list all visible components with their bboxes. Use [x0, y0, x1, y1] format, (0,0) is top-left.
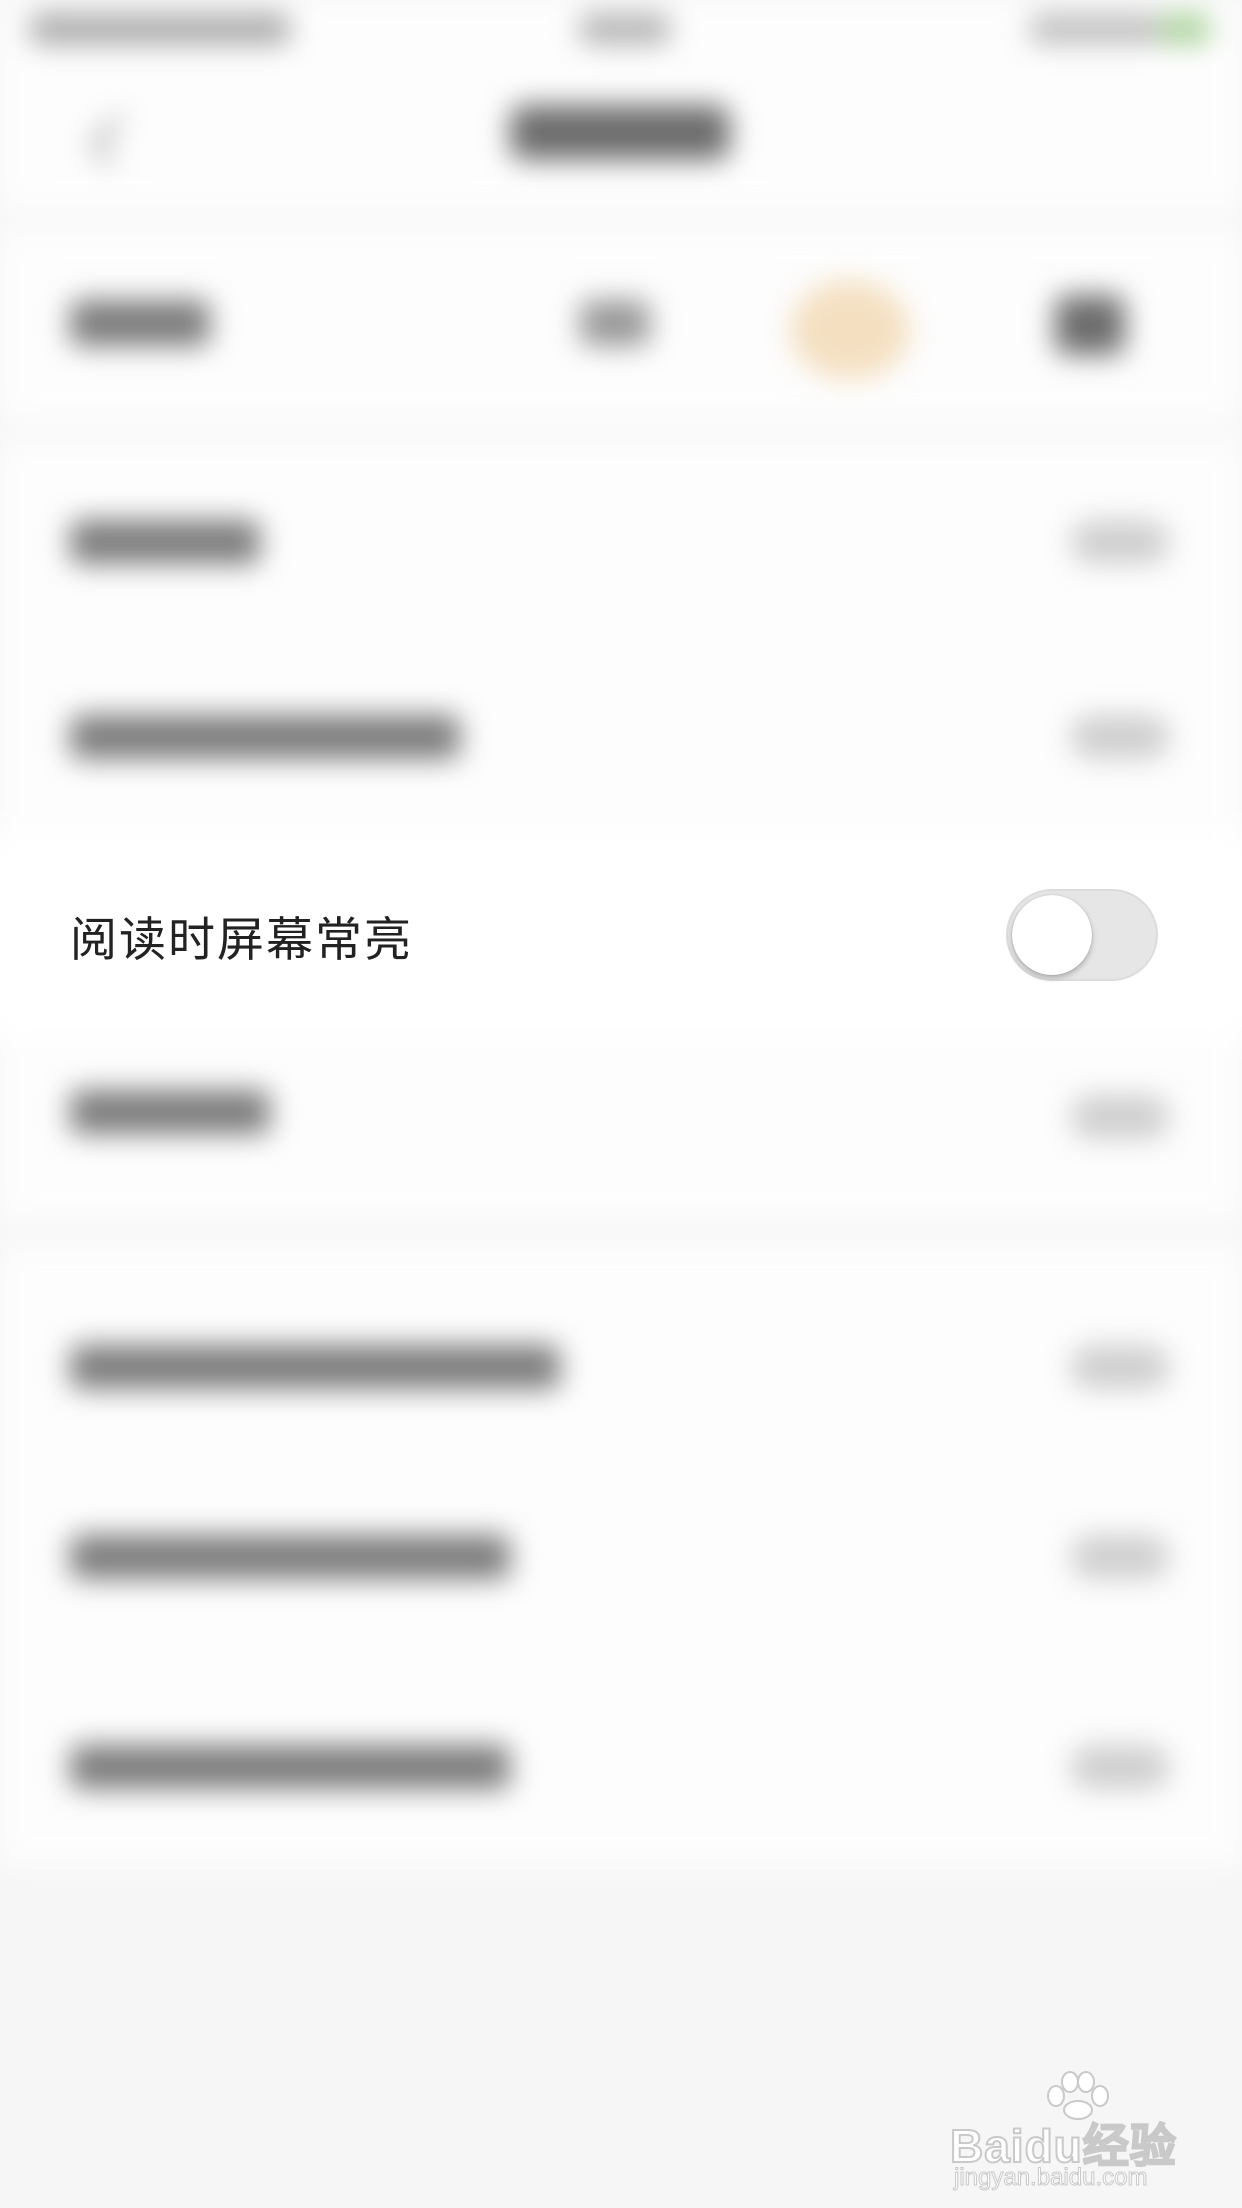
list-item: [70, 1745, 510, 1789]
navigation-bar: [0, 60, 1242, 210]
theme-option-1[interactable]: [70, 300, 210, 346]
screen-always-on-setting-row[interactable]: 阅读时屏幕常亮: [0, 870, 1242, 1000]
blurred-background: [0, 0, 1242, 2208]
theme-option-3[interactable]: [790, 280, 910, 380]
list-item-control[interactable]: [1070, 715, 1170, 759]
watermark-url: jingyan.baidu.com: [953, 2164, 1148, 2192]
list-item: [70, 715, 460, 759]
screen-always-on-toggle[interactable]: [1006, 889, 1158, 981]
page-title: [510, 105, 730, 160]
list-item-control[interactable]: [1070, 1345, 1170, 1389]
theme-options-row: [0, 230, 1242, 420]
status-indicators: [1030, 14, 1160, 44]
status-carrier: [30, 14, 290, 44]
battery-icon: [1160, 14, 1210, 44]
setting-label: 阅读时屏幕常亮: [70, 912, 413, 968]
settings-list-1: [0, 440, 1242, 1220]
list-item: [70, 1535, 510, 1579]
list-item-control[interactable]: [1070, 1745, 1170, 1789]
settings-screen: 阅读时屏幕常亮 Baidu经验 jingyan.baidu.com: [0, 0, 1242, 2208]
baidu-watermark: Baidu经验 jingyan.baidu.com: [949, 2070, 1190, 2192]
list-item: [70, 520, 260, 564]
status-time: [580, 14, 670, 44]
status-bar: [0, 0, 1242, 60]
list-item-control[interactable]: [1070, 520, 1170, 564]
back-arrow-icon[interactable]: [89, 114, 141, 166]
list-item: [70, 1090, 270, 1134]
theme-option-4[interactable]: [1055, 295, 1125, 355]
list-item: [70, 1345, 560, 1389]
list-item-control[interactable]: [1070, 1535, 1170, 1579]
toggle-knob[interactable]: [1012, 895, 1092, 975]
list-item-control[interactable]: [1070, 1095, 1170, 1139]
settings-list-2: [0, 1245, 1242, 1865]
theme-option-2[interactable]: [580, 300, 650, 346]
